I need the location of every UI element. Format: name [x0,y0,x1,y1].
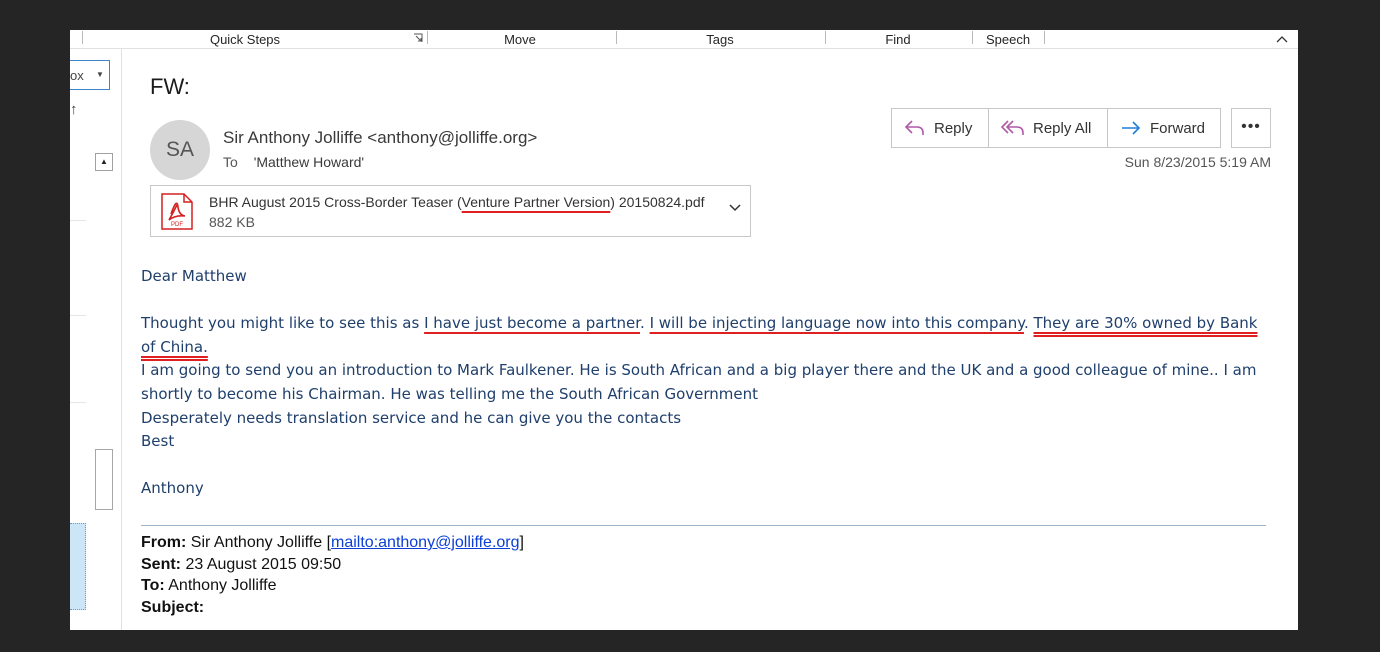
ribbon-separator [1044,31,1045,44]
collapse-ribbon-icon[interactable] [1275,33,1289,45]
message-subject: FW: [150,74,190,99]
ribbon-group-labels: Quick Steps Move Tags Find Speech [70,30,1298,49]
paragraph-1: Thought you might like to see this as I … [141,312,1271,359]
forward-divider [141,525,1266,526]
fwd-to-row: To: Anthony Jolliffe [141,575,524,597]
scroll-up-button[interactable]: ▲ [95,153,113,171]
reply-all-button[interactable]: Reply All [989,109,1108,147]
fwd-from-row: From: Sir Anthony Jolliffe [mailto:antho… [141,532,524,554]
reply-all-label: Reply All [1033,119,1092,137]
pdf-file-icon: PDF [161,193,193,230]
reply-icon [904,120,924,135]
folder-dropdown[interactable]: ox ▼ [70,60,110,90]
fwd-subject-row: Subject: [141,597,524,619]
sort-arrow-icon[interactable]: ↑ [70,101,78,118]
ribbon-separator [616,31,617,44]
paragraph-1-start: Thought you might like to see this as [141,314,425,333]
ribbon-group-move: Move [504,32,536,47]
paragraph-1-sep2: . [1023,314,1034,333]
reply-all-icon [1001,120,1024,135]
list-divider [70,402,86,403]
attachment-name-end: ) 20150824.pdf [610,194,705,210]
more-actions-button[interactable]: ••• [1231,108,1271,148]
recipient-name[interactable]: 'Matthew Howard' [254,154,364,170]
scrollbar-thumb[interactable] [95,449,113,510]
dialog-launcher-icon[interactable] [413,33,423,43]
list-divider [70,220,86,221]
fwd-subject-label: Subject: [141,598,205,616]
forward-button[interactable]: Forward [1108,109,1220,147]
fwd-sent-value: 23 August 2015 09:50 [185,555,342,573]
closing: Best [141,432,175,451]
fwd-sent-label: Sent: [141,555,181,573]
highlight-partner: I have just become a partner [424,314,641,333]
attachment-name[interactable]: BHR August 2015 Cross-Border Teaser (Ven… [209,194,705,210]
list-divider [70,315,86,316]
ribbon-group-quick-steps: Quick Steps [209,32,281,47]
greeting: Dear Matthew [141,267,247,285]
fwd-mailto-link[interactable]: mailto:anthony@jolliffe.org [331,534,520,551]
signature: Anthony [141,479,204,498]
highlight-injecting-language: I will be injecting language now into th… [649,314,1024,333]
to-label: To [223,154,238,170]
ribbon-separator [427,31,428,44]
forwarded-header: From: Sir Anthony Jolliffe [mailto:antho… [141,532,524,618]
reply-button[interactable]: Reply [892,109,989,147]
paragraph-1-sep: . [640,314,650,333]
ribbon-separator [82,31,83,44]
message-list-pane: ox ▼ ↑ ▲ [70,49,122,630]
fwd-from-end: ] [519,534,524,551]
scrollbar-track[interactable] [95,171,113,630]
chevron-down-icon: ▼ [96,70,104,79]
message-actions: Reply Reply All Forward [891,108,1221,148]
fwd-sent-row: Sent: 23 August 2015 09:50 [141,554,524,576]
fwd-to-label: To: [141,577,165,594]
pdf-icon-label: PDF [171,222,183,228]
fwd-from-label: From: [141,534,187,551]
sent-date: Sun 8/23/2015 5:19 AM [1124,154,1271,170]
attachment-size: 882 KB [209,214,255,230]
fwd-to-value: Anthony Jolliffe [168,577,277,594]
chevron-down-icon[interactable] [729,204,741,212]
attachment-name-start: BHR August 2015 Cross-Border Teaser ( [209,194,462,210]
avatar[interactable]: SA [150,120,210,180]
message-body: Dear Matthew Thought you might like to s… [141,265,1271,501]
folder-dropdown-label: ox [70,68,84,83]
forward-arrow-icon [1122,121,1141,135]
paragraph-3: Desperately needs translation service an… [141,408,682,427]
recipients-row: To 'Matthew Howard' [223,154,364,170]
ribbon-separator [825,31,826,44]
ribbon-group-find: Find [885,32,911,47]
ribbon-group-tags: Tags [706,32,734,47]
selected-list-item[interactable] [70,523,86,610]
attachment-name-highlight: Venture Partner Version [461,194,611,210]
sender-name[interactable]: Sir Anthony Jolliffe <anthony@jolliffe.o… [223,128,537,148]
fwd-from-value: Sir Anthony Jolliffe [ [190,534,332,551]
attachment-card[interactable]: PDF BHR August 2015 Cross-Border Teaser … [150,185,751,237]
reply-label: Reply [934,119,973,137]
outlook-window: Quick Steps Move Tags Find Speech ox ▼ ↑… [70,30,1298,630]
paragraph-2: I am going to send you an introduction t… [141,361,1257,403]
forward-label: Forward [1150,119,1206,137]
ribbon-group-speech: Speech [985,32,1031,47]
